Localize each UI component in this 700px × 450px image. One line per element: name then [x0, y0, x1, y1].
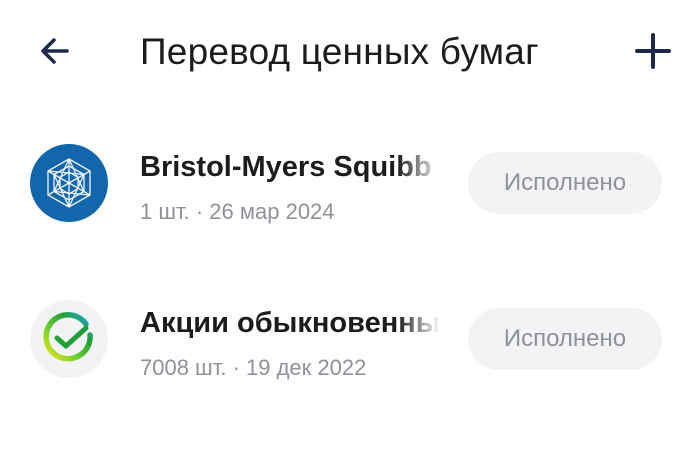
list-item[interactable]: Акции обыкновенные 7008 шт. · 19 дек 202… — [0, 276, 700, 396]
back-button[interactable] — [30, 26, 80, 76]
item-name: Акции обыкновенные — [140, 307, 440, 339]
status-badge: Исполнено — [468, 152, 662, 214]
item-meta: 1 шт. · 26 мар 2024 — [140, 199, 335, 224]
add-button[interactable] — [628, 26, 678, 76]
item-name: Bristol-Myers Squibb — [140, 151, 432, 183]
item-meta: 7008 шт. · 19 дек 2022 — [140, 355, 367, 380]
bristol-myers-squibb-logo — [30, 144, 108, 222]
page-title: Перевод ценных бумаг — [140, 31, 539, 72]
arrow-left-icon — [41, 38, 69, 64]
sber-check-icon — [43, 312, 93, 362]
status-badge: Исполнено — [468, 308, 662, 370]
header: Перевод ценных бумаг — [0, 0, 700, 104]
transfer-securities-screen: Перевод ценных бумаг Bristol-Myers Squib… — [0, 0, 700, 450]
plus-icon — [635, 33, 671, 69]
sber-logo — [30, 300, 108, 378]
bms-star-icon — [47, 158, 91, 208]
list-item[interactable]: Bristol-Myers Squibb 1 шт. · 26 мар 2024… — [0, 120, 700, 240]
